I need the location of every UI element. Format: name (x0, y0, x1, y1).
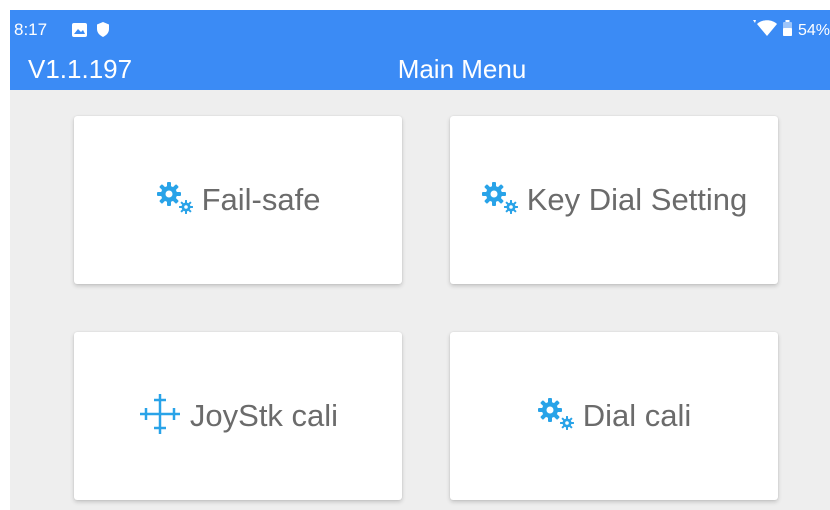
status-left-icons (72, 22, 109, 42)
battery-level: 54% (797, 22, 830, 39)
wifi-icon (752, 20, 777, 42)
dial-cali-button[interactable]: Dial cali (450, 332, 778, 500)
gear-icon (481, 181, 519, 220)
fail-safe-button[interactable]: Fail-safe (74, 116, 402, 284)
status-time: 8:17 (14, 20, 48, 39)
joystick-cali-label: JoyStk cali (189, 398, 339, 433)
app-bar: V1.1.197 Main Menu (10, 48, 830, 90)
screen: 8:17 54% V1.1.197 Main Menu Fail-safe Ke… (10, 10, 830, 510)
key-dial-setting-label: Key Dial Setting (526, 182, 748, 217)
shield-icon (97, 22, 109, 42)
dial-cali-label: Dial cali (582, 398, 692, 433)
page-title-text: Main Menu (397, 54, 527, 84)
status-right: 54% (752, 20, 830, 42)
crosshair-icon (138, 392, 182, 441)
battery-icon (782, 20, 792, 42)
page-title: Main Menu (10, 54, 830, 84)
gear-icon (156, 181, 194, 220)
key-dial-setting-button[interactable]: Key Dial Setting (450, 116, 778, 284)
image-icon (72, 22, 87, 42)
joystick-cali-button[interactable]: JoyStk cali (74, 332, 402, 500)
gear-icon (537, 397, 575, 436)
status-bar: 8:17 54% (10, 10, 830, 48)
fail-safe-label: Fail-safe (201, 182, 321, 217)
